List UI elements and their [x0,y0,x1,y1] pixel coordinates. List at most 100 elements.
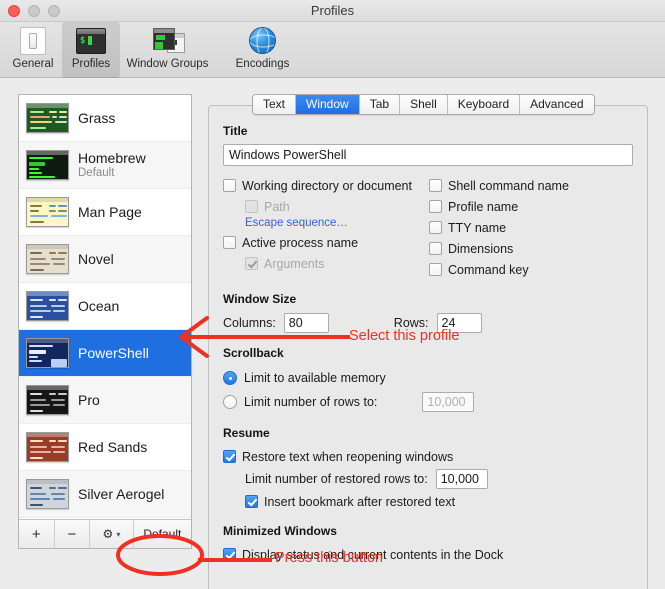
tab-text[interactable]: Text [253,95,297,114]
profile-name: Red Sands [78,438,148,455]
tab-shell[interactable]: Shell [400,95,448,114]
columns-label: Columns: [223,316,276,330]
radio-label: Limit to available memory [244,371,386,385]
set-default-button[interactable]: Default [134,520,191,548]
profiles-sidebar: Grass Homebrew Default Man Page Novel Oc… [18,94,192,549]
columns-input[interactable] [283,313,329,333]
checkbox-box [223,179,236,192]
profile-row-grass[interactable]: Grass [19,95,191,142]
profile-name: Homebrew [78,149,146,166]
checkbox-box [245,495,258,508]
escape-sequence-link[interactable]: Escape sequence… [245,217,429,229]
checkbox-profile-name[interactable]: Profile name [429,196,629,217]
checkbox-dimensions[interactable]: Dimensions [429,238,629,259]
checkbox-arguments[interactable]: Arguments [223,253,429,274]
checkbox-label: Path [264,199,290,214]
checkbox-display-status-in-dock[interactable]: Display status and current contents in t… [223,544,633,565]
profile-actions-button[interactable]: ⚙ ▾ [90,520,134,548]
checkbox-box [429,242,442,255]
tab-window[interactable]: Window [296,95,360,114]
profile-row-silver-aerogel[interactable]: Silver Aerogel [19,471,191,518]
profile-name: Ocean [78,297,120,314]
window-settings-body: Title Working directory or document Path… [209,124,647,565]
window-groups-icon [152,26,185,56]
profile-row-man-page[interactable]: Man Page [19,189,191,236]
checkbox-label: Profile name [448,199,519,214]
toolbar-item-window-groups-label: Window Groups [126,58,209,70]
profile-row-pro[interactable]: Pro [19,377,191,424]
checkbox-label: Command key [448,262,529,277]
preferences-content: Grass Homebrew Default Man Page Novel Oc… [0,78,665,589]
profile-thumbnail [26,150,69,180]
profile-thumbnail [26,103,69,133]
checkbox-restore-text[interactable]: Restore text when reopening windows [223,446,633,467]
preferences-toolbar: General $ Profiles Window Groups Encodin… [0,22,665,78]
window-title: Profiles [310,3,355,18]
profile-name: Man Page [78,203,142,220]
checkbox-command-key[interactable]: Command key [429,259,629,280]
chevron-down-icon: ▾ [116,529,121,539]
title-section-heading: Title [223,124,248,138]
profile-default-badge: Default [78,166,115,179]
checkbox-tty-name[interactable]: TTY name [429,217,629,238]
checkbox-active-process-name[interactable]: Active process name [223,232,429,253]
profile-thumbnail [26,244,69,274]
toolbar-item-encodings[interactable]: Encodings [215,22,310,70]
toolbar-item-window-groups[interactable]: Window Groups [120,22,215,70]
checkbox-box [429,200,442,213]
profile-list[interactable]: Grass Homebrew Default Man Page Novel Oc… [19,95,191,520]
minimized-windows-heading: Minimized Windows [223,524,337,538]
tab-tab[interactable]: Tab [359,95,401,114]
checkbox-label: Active process name [242,235,359,250]
profile-row-homebrew[interactable]: Homebrew Default [19,142,191,189]
checkbox-box [223,236,236,249]
checkbox-label: Shell command name [448,178,569,193]
checkbox-shell-command-name[interactable]: Shell command name [429,175,629,196]
profile-thumbnail [26,432,69,462]
checkbox-box [245,200,258,213]
radio-button [223,371,237,385]
toolbar-item-general[interactable]: General [4,22,62,70]
window-title-input[interactable] [223,144,633,166]
profile-row-powershell[interactable]: PowerShell [19,330,191,377]
profile-thumbnail [26,291,69,321]
checkbox-label: Arguments [264,256,325,271]
checkbox-label: Dimensions [448,241,514,256]
profile-name: Pro [78,391,100,408]
restored-rows-input[interactable] [435,469,488,489]
profile-name: Grass [78,109,116,126]
profile-row-ocean[interactable]: Ocean [19,283,191,330]
terminal-icon: $ [76,26,106,56]
checkbox-box [223,548,236,561]
profile-thumbnail [26,479,69,509]
globe-icon [248,26,278,56]
toolbar-item-profiles[interactable]: $ Profiles [62,22,120,78]
checkbox-insert-bookmark[interactable]: Insert bookmark after restored text [223,491,633,512]
profile-row-novel[interactable]: Novel [19,236,191,283]
toolbar-item-encodings-label: Encodings [235,58,290,70]
rows-input[interactable] [436,313,482,333]
toolbar-item-general-label: General [12,58,54,70]
general-icon [18,26,48,56]
checkbox-box [429,221,442,234]
scrollback-rows-input[interactable] [422,392,475,412]
profile-row-red-sands[interactable]: Red Sands [19,424,191,471]
rows-label: Rows: [393,316,429,330]
remove-profile-button[interactable]: − [55,520,91,548]
checkbox-label: Restore text when reopening windows [242,449,454,464]
checkbox-path[interactable]: Path [223,196,429,217]
toolbar-item-profiles-label: Profiles [71,58,111,70]
tab-advanced[interactable]: Advanced [520,95,594,114]
radio-button [223,395,237,409]
tab-keyboard[interactable]: Keyboard [447,95,521,114]
checkbox-box [223,450,236,463]
radio-limit-number-of-rows[interactable]: Limit number of rows to: [223,390,633,414]
title-options-left: Working directory or document Path Escap… [223,175,429,280]
add-profile-button[interactable]: + [19,520,55,548]
settings-tab-bar: Text Window Tab Shell Keyboard Advanced [252,94,595,115]
checkbox-label: Working directory or document [242,178,412,193]
profile-thumbnail [26,338,69,368]
radio-limit-available-memory[interactable]: Limit to available memory [223,366,633,390]
checkbox-working-directory[interactable]: Working directory or document [223,175,429,196]
checkbox-label: Display status and current contents in t… [242,547,504,562]
